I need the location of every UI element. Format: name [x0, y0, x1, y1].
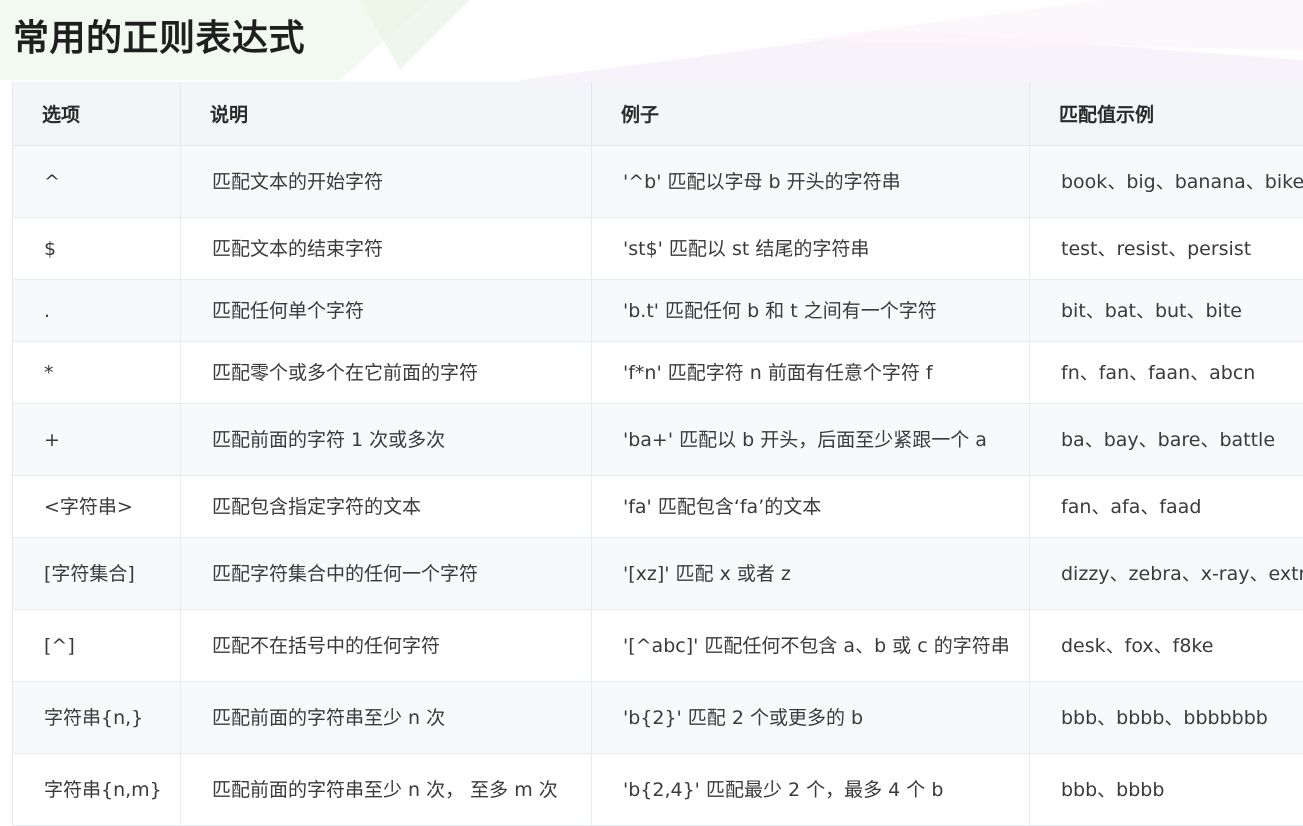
- cell-option: ^: [13, 146, 181, 218]
- table-row: <字符串> 匹配包含指定字符的文本 'fa' 匹配包含‘fa’的文本 fan、a…: [13, 476, 1303, 538]
- table-row: * 匹配零个或多个在它前面的字符 'f*n' 匹配字符 n 前面有任意个字符 f…: [13, 342, 1303, 404]
- regex-table: 选项 说明 例子 匹配值示例 ^ 匹配文本的开始字符 '^b' 匹配以字母 b …: [12, 82, 1303, 826]
- page-title: 常用的正则表达式: [13, 14, 305, 64]
- cell-example: 'f*n' 匹配字符 n 前面有任意个字符 f: [592, 342, 1030, 404]
- table-row: [字符集合] 匹配字符集合中的任何一个字符 '[xz]' 匹配 x 或者 z d…: [13, 538, 1303, 610]
- cell-description: 匹配零个或多个在它前面的字符: [181, 342, 592, 404]
- cell-example: '[xz]' 匹配 x 或者 z: [592, 538, 1030, 610]
- cell-match: fn、fan、faan、abcn: [1030, 342, 1303, 404]
- table-row: [^] 匹配不在括号中的任何字符 '[^abc]' 匹配任何不包含 a、b 或 …: [13, 610, 1303, 682]
- cell-description: 匹配字符集合中的任何一个字符: [181, 538, 592, 610]
- cell-match: desk、fox、f8ke: [1030, 610, 1303, 682]
- cell-example: '[^abc]' 匹配任何不包含 a、b 或 c 的字符串: [592, 610, 1030, 682]
- cell-match: bit、bat、but、bite: [1030, 280, 1303, 342]
- cell-match: fan、afa、faad: [1030, 476, 1303, 538]
- header-option: 选项: [13, 82, 181, 146]
- cell-example: 'ba+' 匹配以 b 开头，后面至少紧跟一个 a: [592, 404, 1030, 476]
- table-row: ^ 匹配文本的开始字符 '^b' 匹配以字母 b 开头的字符串 book、big…: [13, 146, 1303, 218]
- cell-option: <字符串>: [13, 476, 181, 538]
- cell-example: 'b{2,4}' 匹配最少 2 个，最多 4 个 b: [592, 754, 1030, 826]
- cell-match: test、resist、persist: [1030, 218, 1303, 280]
- cell-description: 匹配包含指定字符的文本: [181, 476, 592, 538]
- cell-match: dizzy、zebra、x-ray、extra: [1030, 538, 1303, 610]
- table-row: 字符串{n,} 匹配前面的字符串至少 n 次 'b{2}' 匹配 2 个或更多的…: [13, 682, 1303, 754]
- cell-example: '^b' 匹配以字母 b 开头的字符串: [592, 146, 1030, 218]
- table-row: 字符串{n,m} 匹配前面的字符串至少 n 次， 至多 m 次 'b{2,4}'…: [13, 754, 1303, 826]
- cell-example: 'fa' 匹配包含‘fa’的文本: [592, 476, 1030, 538]
- cell-example: 'b{2}' 匹配 2 个或更多的 b: [592, 682, 1030, 754]
- cell-description: 匹配任何单个字符: [181, 280, 592, 342]
- header-example: 例子: [592, 82, 1030, 146]
- table-header-row: 选项 说明 例子 匹配值示例: [13, 82, 1303, 146]
- cell-option: 字符串{n,m}: [13, 754, 181, 826]
- cell-description: 匹配不在括号中的任何字符: [181, 610, 592, 682]
- cell-match: book、big、banana、bike: [1030, 146, 1303, 218]
- table-row: . 匹配任何单个字符 'b.t' 匹配任何 b 和 t 之间有一个字符 bit、…: [13, 280, 1303, 342]
- cell-option: +: [13, 404, 181, 476]
- cell-option: $: [13, 218, 181, 280]
- cell-option: *: [13, 342, 181, 404]
- cell-example: 'b.t' 匹配任何 b 和 t 之间有一个字符: [592, 280, 1030, 342]
- cell-description: 匹配前面的字符串至少 n 次: [181, 682, 592, 754]
- cell-option: [^]: [13, 610, 181, 682]
- cell-match: bbb、bbbb、bbbbbbb: [1030, 682, 1303, 754]
- header-match-examples: 匹配值示例: [1030, 82, 1303, 146]
- cell-example: 'st$' 匹配以 st 结尾的字符串: [592, 218, 1030, 280]
- cell-option: [字符集合]: [13, 538, 181, 610]
- cell-match: bbb、bbbb: [1030, 754, 1303, 826]
- cell-match: ba、bay、bare、battle: [1030, 404, 1303, 476]
- cell-description: 匹配前面的字符串至少 n 次， 至多 m 次: [181, 754, 592, 826]
- cell-description: 匹配文本的开始字符: [181, 146, 592, 218]
- cell-description: 匹配文本的结束字符: [181, 218, 592, 280]
- header-description: 说明: [181, 82, 592, 146]
- cell-description: 匹配前面的字符 1 次或多次: [181, 404, 592, 476]
- cell-option: 字符串{n,}: [13, 682, 181, 754]
- table-row: $ 匹配文本的结束字符 'st$' 匹配以 st 结尾的字符串 test、res…: [13, 218, 1303, 280]
- cell-option: .: [13, 280, 181, 342]
- table-row: + 匹配前面的字符 1 次或多次 'ba+' 匹配以 b 开头，后面至少紧跟一个…: [13, 404, 1303, 476]
